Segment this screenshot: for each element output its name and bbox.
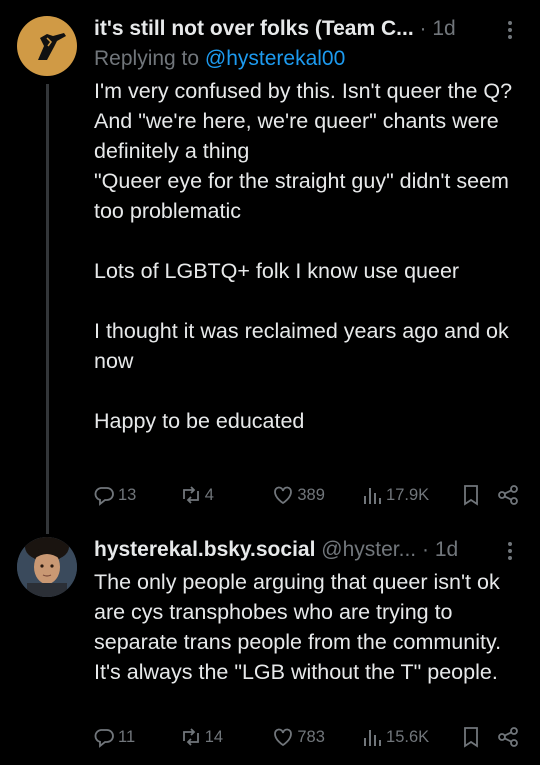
post-time[interactable]: 1d [432,17,455,40]
post-time[interactable]: 1d [435,538,458,561]
reply-post[interactable]: it's still not over folks (Team C... · 1… [0,0,540,534]
repost-count: 4 [204,485,214,504]
like-count: 783 [297,727,325,746]
bookmark-icon [463,485,478,506]
replying-to-handle[interactable]: @hysterekal00 [205,47,345,70]
reply-button[interactable]: 11 [92,725,179,749]
views-count: 17.9K [386,485,430,504]
repost-count: 14 [204,727,224,746]
thread-line [46,84,49,534]
repost-icon [182,486,199,504]
more-options-icon[interactable] [500,18,520,42]
like-button[interactable]: 389 [271,483,360,507]
profile-photo-icon [17,537,77,597]
views-icon [364,730,382,746]
views-count: 15.6K [386,727,430,746]
author-name[interactable]: hysterekal.bsky.social [94,538,315,561]
views-icon [364,488,382,504]
reply-icon [94,729,114,748]
action-bar: 13 4 389 17.9K [92,480,520,510]
share-icon [498,727,518,747]
replying-to-label: Replying to [94,47,205,70]
share-button[interactable] [496,725,520,749]
heart-icon [274,486,293,505]
post-header: hysterekal.bsky.social @hyster... · 1d [94,535,520,565]
like-count: 389 [297,485,325,504]
reply-post[interactable]: hysterekal.bsky.social @hyster... · 1d T… [0,525,540,765]
bookmark-button[interactable] [459,483,496,507]
replying-to: Replying to @hysterekal00 [94,44,520,74]
reply-button[interactable]: 13 [92,483,179,507]
views-button[interactable]: 17.9K [360,483,459,507]
separator-dot: · [421,538,429,561]
reply-icon [94,487,114,506]
more-options-icon[interactable] [500,539,520,563]
avatar[interactable] [17,537,77,597]
reply-count: 13 [118,485,137,504]
bookmark-icon [463,727,478,748]
raised-fist-icon [38,33,66,60]
post-text: I'm very confused by this. Isn't queer t… [94,79,513,433]
author-handle[interactable]: @hyster... [321,538,416,561]
author-name[interactable]: it's still not over folks (Team C... [94,17,414,40]
repost-button[interactable]: 4 [179,483,272,507]
action-bar: 11 14 783 15.6K [92,722,520,752]
share-button[interactable] [496,483,520,507]
repost-button[interactable]: 14 [179,725,272,749]
separator-dot: · [419,17,427,40]
reply-count: 11 [118,727,136,746]
repost-icon [182,728,199,746]
bookmark-button[interactable] [459,725,496,749]
heart-icon [274,728,293,747]
share-icon [498,485,518,505]
avatar[interactable] [17,16,77,76]
post-header: it's still not over folks (Team C... · 1… [94,14,520,44]
post-text: The only people arguing that queer isn't… [94,570,502,684]
views-button[interactable]: 15.6K [360,725,459,749]
like-button[interactable]: 783 [271,725,360,749]
